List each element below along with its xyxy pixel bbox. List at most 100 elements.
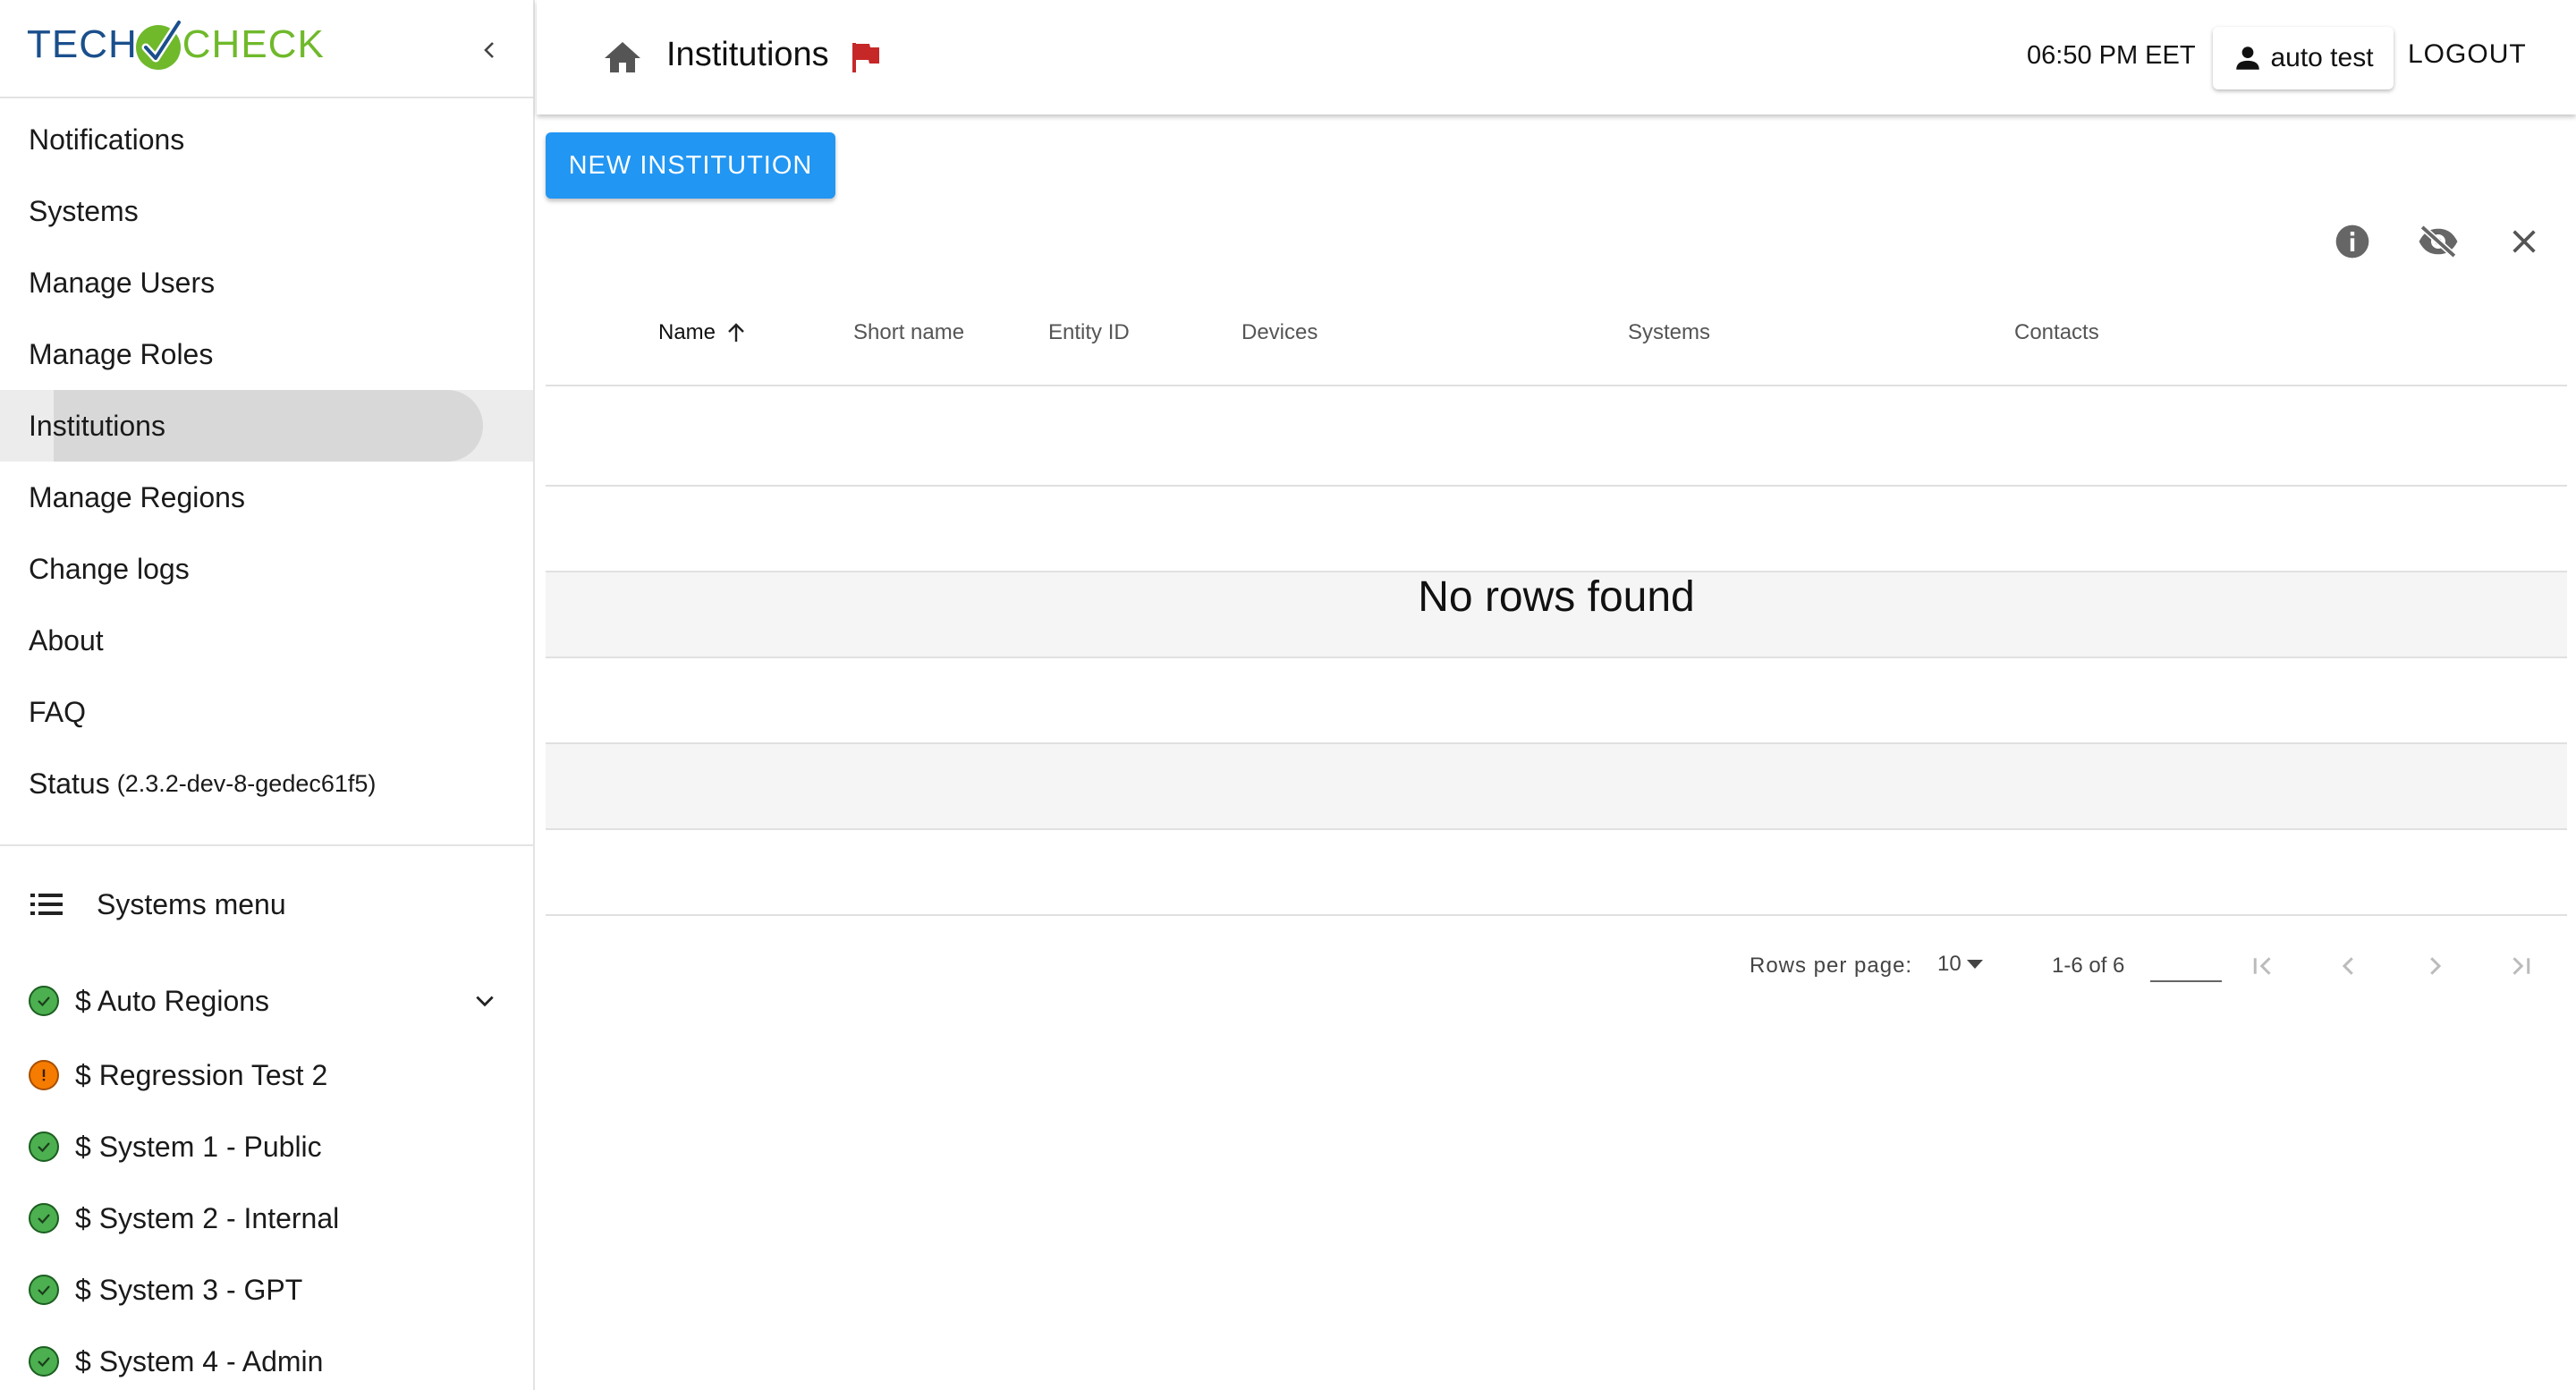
status-warning-icon: [29, 1060, 59, 1090]
sidebar: TECH CHECK Notifications Systems Manage …: [0, 0, 535, 1390]
flag-icon: [852, 43, 879, 72]
column-header-label: Name: [658, 320, 716, 344]
status-ok-icon: [29, 1203, 59, 1233]
list-icon: [30, 894, 63, 915]
visibility-off-icon: [2419, 225, 2458, 259]
sidebar-item-label: Manage Regions: [29, 480, 245, 513]
column-header-systems[interactable]: Systems: [1628, 320, 1710, 345]
new-institution-button[interactable]: NEW INSTITUTION: [546, 132, 835, 199]
table-row: [546, 658, 2567, 744]
system-item-system-4-admin[interactable]: $ System 4 - Admin: [0, 1326, 533, 1390]
sidebar-item-label: Institutions: [29, 409, 165, 442]
page-title: Institutions: [666, 36, 829, 73]
column-header-name[interactable]: Name: [658, 320, 746, 345]
system-item-label: $ Auto Regions: [75, 984, 270, 1017]
systems-menu-label: Systems menu: [97, 887, 286, 920]
close-button[interactable]: [2501, 218, 2547, 265]
sidebar-item-label: Change logs: [29, 552, 190, 585]
column-header-contacts[interactable]: Contacts: [2014, 320, 2099, 345]
table-row: [546, 386, 2567, 487]
logo-text-check: CHECK: [182, 22, 325, 66]
person-icon: [2236, 47, 2260, 70]
clock-display: 06:50 PM EET: [2027, 41, 2196, 70]
arrow-up-icon: [728, 323, 744, 342]
chevron-down-icon[interactable]: [469, 985, 501, 1017]
sidebar-item-change-logs[interactable]: Change logs: [0, 533, 533, 605]
user-name: auto test: [2270, 43, 2374, 72]
table-row: [546, 487, 2567, 572]
sidebar-item-label: Manage Users: [29, 266, 216, 299]
system-item-label: $ System 3 - GPT: [75, 1273, 303, 1306]
column-header-short-name[interactable]: Short name: [853, 320, 964, 345]
sidebar-item-notifications[interactable]: Notifications: [0, 104, 533, 175]
table-row: [546, 830, 2567, 916]
sidebar-item-manage-users[interactable]: Manage Users: [0, 247, 533, 318]
sidebar-item-label: Manage Roles: [29, 337, 214, 370]
sidebar-item-label: Notifications: [29, 123, 185, 156]
status-ok-icon: [29, 1346, 59, 1377]
sidebar-item-manage-regions[interactable]: Manage Regions: [0, 462, 533, 533]
page-number-input[interactable]: [2150, 948, 2222, 982]
column-header-devices[interactable]: Devices: [1241, 320, 1318, 345]
system-item-auto-regions[interactable]: $ Auto Regions: [0, 962, 533, 1039]
logo-text-tech: TECH: [27, 22, 138, 66]
systems-menu-header[interactable]: Systems menu: [0, 846, 533, 962]
status-ok-icon: [29, 1131, 59, 1162]
system-item-system-1-public[interactable]: $ System 1 - Public: [0, 1111, 533, 1182]
home-button[interactable]: [603, 39, 642, 75]
sidebar-item-manage-roles[interactable]: Manage Roles: [0, 318, 533, 390]
rows-per-page-select[interactable]: 10: [1937, 952, 1985, 977]
logout-button[interactable]: LOGOUT: [2408, 39, 2527, 70]
version-text: (2.3.2-dev-8-gedec61f5): [116, 769, 377, 797]
sidebar-item-status[interactable]: Status (2.3.2-dev-8-gedec61f5): [0, 748, 533, 819]
sidebar-item-institutions[interactable]: Institutions: [0, 390, 533, 462]
first-page-icon: [2253, 957, 2271, 975]
collapse-sidebar-button[interactable]: [472, 32, 508, 68]
system-item-regression-test-2[interactable]: $ Regression Test 2: [0, 1039, 533, 1111]
system-item-label: $ System 1 - Public: [75, 1130, 322, 1163]
user-menu-button[interactable]: auto test: [2213, 27, 2394, 89]
rows-per-page-value: 10: [1937, 952, 1962, 976]
chevron-left-icon: [484, 42, 494, 58]
pagination-bar: Rows per page: 10 1-6 of 6: [537, 939, 2576, 993]
last-page-button[interactable]: [2503, 948, 2538, 984]
system-item-label: $ System 2 - Internal: [75, 1201, 340, 1234]
first-page-button[interactable]: [2245, 948, 2281, 984]
brand-header: TECH CHECK: [0, 0, 533, 98]
systems-list: $ Auto Regions $ Regression Test 2 $ Sys…: [0, 962, 533, 1390]
flag-button[interactable]: [848, 39, 884, 75]
techcheck-logo[interactable]: TECH CHECK: [27, 16, 325, 73]
table-row: [546, 744, 2567, 830]
status-ok-icon: [29, 1275, 59, 1305]
system-item-system-2-internal[interactable]: $ System 2 - Internal: [0, 1182, 533, 1254]
sidebar-item-systems[interactable]: Systems: [0, 175, 533, 247]
info-button[interactable]: [2329, 218, 2376, 265]
main-nav: Notifications Systems Manage Users Manag…: [0, 98, 533, 819]
close-icon: [2512, 230, 2536, 253]
sidebar-item-label: FAQ: [29, 695, 87, 728]
status-ok-icon: [29, 986, 59, 1016]
page-range-text: 1-6 of 6: [2052, 954, 2125, 978]
toggle-visibility-button[interactable]: [2415, 218, 2462, 265]
system-item-label: $ System 4 - Admin: [75, 1344, 324, 1377]
table-header: Name Short name Entity ID Devices System…: [546, 295, 2567, 386]
system-item-system-3-gpt[interactable]: $ System 3 - GPT: [0, 1254, 533, 1326]
logo-checkmark-icon: [135, 18, 183, 70]
table-body: [546, 386, 2567, 916]
chevron-right-icon: [2430, 957, 2442, 975]
sidebar-item-faq[interactable]: FAQ: [0, 676, 533, 748]
system-item-label: $ Regression Test 2: [75, 1058, 328, 1091]
column-header-entity-id[interactable]: Entity ID: [1048, 320, 1130, 345]
sidebar-item-about[interactable]: About: [0, 605, 533, 676]
info-icon: [2335, 225, 2369, 259]
previous-page-button[interactable]: [2331, 948, 2367, 984]
next-page-button[interactable]: [2417, 948, 2453, 984]
sidebar-item-label: About: [29, 623, 104, 657]
chevron-left-icon: [2342, 957, 2353, 975]
sidebar-item-label: Systems: [29, 194, 139, 227]
home-icon: [605, 42, 640, 72]
institutions-table: Name Short name Entity ID Devices System…: [546, 295, 2567, 916]
top-bar: Institutions 06:50 PM EET auto test LOGO…: [537, 0, 2576, 114]
rows-per-page-label: Rows per page:: [1750, 954, 1913, 978]
last-page-icon: [2512, 957, 2530, 975]
